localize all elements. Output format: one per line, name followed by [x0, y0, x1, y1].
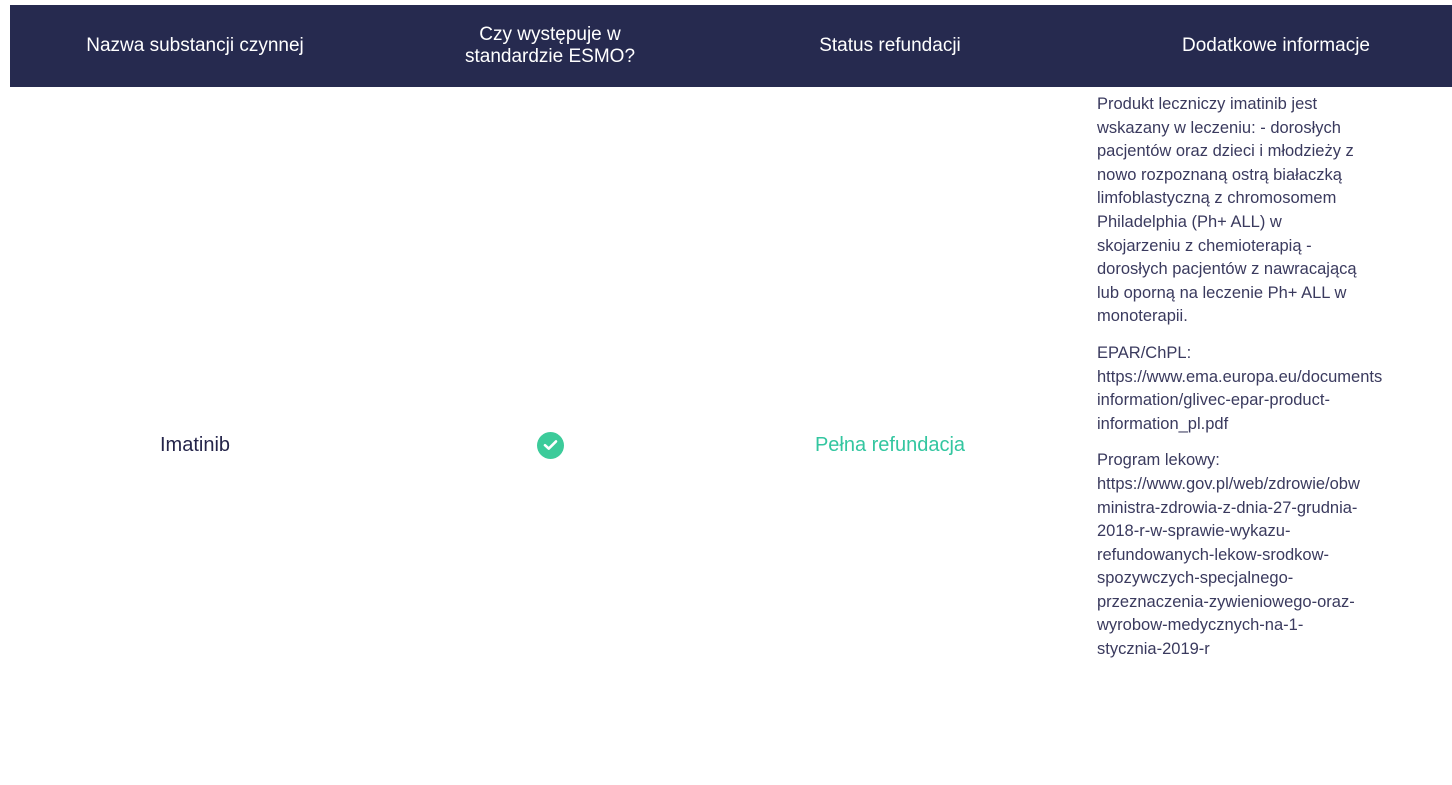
table-header: Nazwa substancji czynnej Czy występuje w… — [10, 5, 1452, 87]
check-circle-icon — [536, 431, 564, 459]
additional-info: Produkt leczniczy imatinib jest wskazany… — [1097, 93, 1452, 675]
epar-link[interactable]: EPAR/ChPL: https://www.ema.europa.eu/doc… — [1097, 342, 1452, 436]
header-additional-info: Dodatkowe informacje — [1182, 35, 1370, 56]
header-refund-status: Status refundacji — [819, 35, 961, 56]
drug-program-link[interactable]: Program lekowy: https://www.gov.pl/web/z… — [1097, 449, 1452, 661]
substance-name: Imatinib — [159, 433, 231, 456]
esmo-cell — [415, 430, 685, 460]
indication-description: Produkt leczniczy imatinib jest wskazany… — [1097, 95, 1357, 326]
header-substance-name: Nazwa substancji czynnej — [86, 35, 304, 56]
refund-status: Pełna refundacja — [814, 433, 966, 456]
header-esmo-standard: Czy występuje w standardzie ESMO? — [464, 24, 636, 67]
